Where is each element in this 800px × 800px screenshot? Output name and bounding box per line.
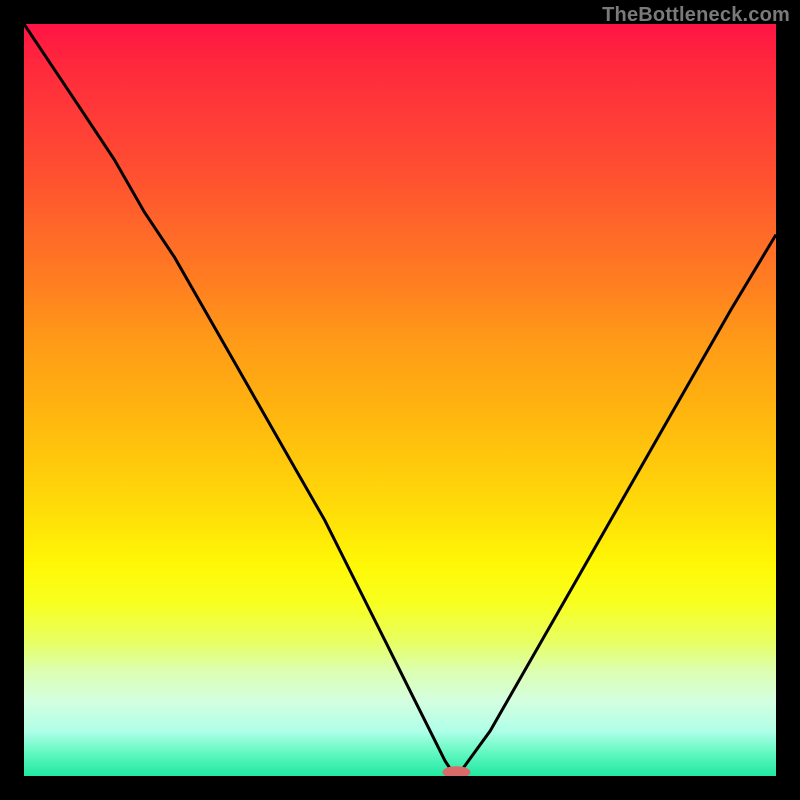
bottleneck-curve [24,24,776,772]
plot-area [24,24,776,776]
chart-svg [24,24,776,776]
chart-stage: TheBottleneck.com [0,0,800,800]
sweet-spot-marker [442,766,470,776]
